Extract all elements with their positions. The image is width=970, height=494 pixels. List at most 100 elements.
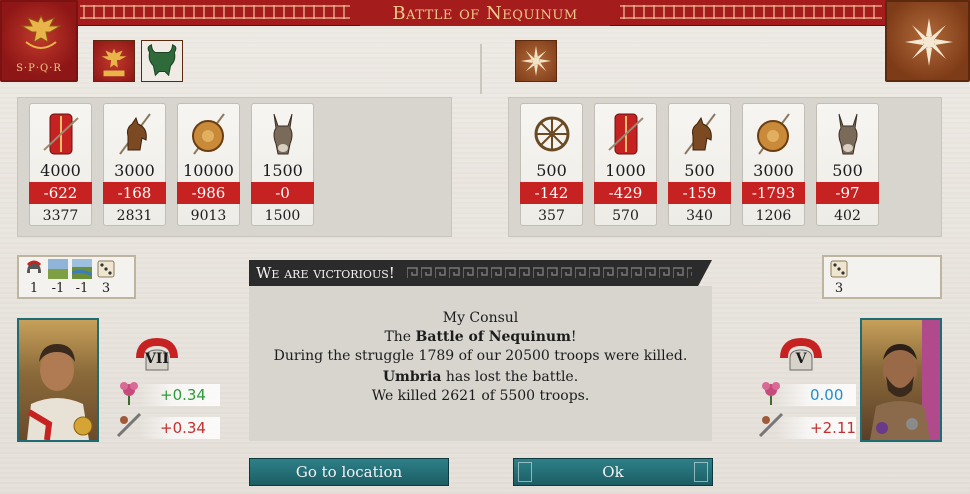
spqr-emblem[interactable]: S·P·Q·R (0, 0, 78, 82)
message-line-battle: The Battle of Nequinum! (249, 329, 712, 345)
rank-numeral: V (795, 351, 807, 367)
battle-result-window: Battle of Nequinum S·P·Q·R 4000 -622 337… (0, 0, 970, 494)
commander-face-icon (27, 344, 93, 441)
unit-loss: -622 (29, 182, 92, 204)
modifier-commander[interactable]: 1 (23, 259, 45, 297)
rank-numeral: VII (145, 351, 169, 367)
trait-value-positive: +0.34 (160, 386, 206, 404)
unit-count: 10000 (183, 161, 234, 180)
plains-terrain-icon (48, 259, 68, 279)
title-plate: Battle of Nequinum (360, 0, 610, 26)
ok-label: Ok (602, 463, 624, 481)
rome-faction-icon[interactable] (93, 40, 135, 82)
commander-face-icon (870, 320, 940, 440)
unit-remaining: 1500 (264, 208, 301, 224)
right-commander-rank[interactable]: V (778, 336, 824, 376)
unit-card[interactable]: 4000 -622 3377 (29, 103, 92, 226)
unit-count: 3000 (114, 161, 155, 180)
unit-loss: -986 (177, 182, 240, 204)
unit-card[interactable]: 3000 -1793 1206 (742, 103, 805, 226)
modifier-dice[interactable]: 3 (828, 259, 850, 297)
modifier-dice[interactable]: 3 (95, 259, 117, 297)
cavalry-horse-icon (684, 113, 716, 155)
unit-remaining: 9013 (190, 208, 227, 224)
unit-loss: -1793 (742, 182, 805, 204)
unit-loss: -97 (816, 182, 879, 204)
go-to-location-button[interactable]: Go to location (249, 458, 449, 486)
sword-trait-icon[interactable] (114, 410, 144, 438)
unit-remaining: 2831 (116, 208, 153, 224)
unit-card[interactable]: 1000 -429 570 (594, 103, 657, 226)
unit-remaining: 570 (612, 208, 639, 224)
unit-card[interactable]: 3000 -168 2831 (103, 103, 166, 226)
unit-loss: -159 (668, 182, 731, 204)
message-header: We are victorious! (249, 260, 712, 286)
chariot-wheel-icon (534, 116, 570, 152)
modifier-value: 3 (101, 281, 111, 296)
right-commander-portrait[interactable] (860, 318, 942, 442)
left-commander-rank[interactable]: VII (134, 336, 180, 376)
left-army-panel: 4000 -622 3377 3000 -168 2831 10000 -986… (17, 97, 452, 237)
modifier-terrain-plains[interactable]: -1 (47, 259, 69, 297)
unit-loss: -0 (251, 182, 314, 204)
sword-trait-icon[interactable] (756, 410, 786, 438)
small-sun-icon (520, 45, 552, 77)
vergina-sun-icon (905, 18, 953, 66)
legionary-shield-icon (43, 113, 79, 155)
text-suffix: has lost the battle. (441, 369, 579, 385)
unit-loss: -168 (103, 182, 166, 204)
message-line-loser: Umbria has lost the battle. (249, 369, 712, 385)
modifier-terrain-river[interactable]: -1 (71, 259, 93, 297)
flower-trait-icon[interactable] (114, 378, 144, 406)
unit-card[interactable]: 10000 -986 9013 (177, 103, 240, 226)
unit-card[interactable]: 500 -97 402 (816, 103, 879, 226)
unit-remaining: 402 (834, 208, 861, 224)
supply-donkey-icon (273, 113, 293, 155)
meander-ornament (407, 267, 692, 279)
meander-ornament-right (620, 5, 882, 19)
eagle-icon (20, 14, 62, 49)
message-body: My Consul The Battle of Nequinum! During… (249, 286, 712, 441)
flower-trait-icon[interactable] (756, 378, 786, 406)
unit-count: 500 (684, 161, 715, 180)
spqr-label: S·P·Q·R (16, 63, 62, 74)
river-terrain-icon (72, 259, 92, 279)
left-battle-modifiers: 1 -1 -1 3 (17, 255, 136, 299)
unit-remaining: 340 (686, 208, 713, 224)
unit-remaining: 1206 (755, 208, 792, 224)
side-divider (480, 44, 482, 94)
unit-count: 500 (536, 161, 567, 180)
supply-donkey-icon (838, 113, 858, 155)
unit-card[interactable]: 1500 -0 1500 (251, 103, 314, 226)
unit-count: 4000 (40, 161, 81, 180)
unit-loss: -429 (594, 182, 657, 204)
enemy-emblem[interactable] (885, 0, 970, 82)
message-line-losses: During the struggle 1789 of our 20500 tr… (273, 348, 688, 364)
trait-value-negative: +2.11 (810, 419, 856, 437)
cavalry-horse-icon (119, 113, 151, 155)
right-ornament-icon (694, 462, 708, 482)
message-greeting: My Consul (442, 310, 519, 326)
unit-count: 3000 (753, 161, 794, 180)
small-eagle-icon (101, 48, 127, 77)
left-commander-portrait[interactable] (17, 318, 99, 442)
ok-button[interactable]: Ok (513, 458, 713, 486)
modifier-value: -1 (75, 281, 89, 296)
left-ornament-icon (518, 462, 532, 482)
text-prefix: The (384, 329, 416, 345)
loser-name: Umbria (382, 369, 442, 385)
bull-icon (147, 44, 177, 77)
trait-value-neutral: 0.00 (810, 386, 844, 404)
modifier-value: 1 (29, 281, 39, 296)
enemy-faction-icon[interactable] (515, 40, 557, 82)
meander-ornament-left (80, 5, 350, 19)
unit-card[interactable]: 500 -159 340 (668, 103, 731, 226)
green-bull-ally-icon[interactable] (141, 40, 183, 82)
battle-name: Battle of Nequinum (415, 329, 571, 345)
right-army-panel: 500 -142 357 1000 -429 570 500 -159 340 (508, 97, 942, 237)
dice-icon (830, 260, 848, 278)
title-banner: Battle of Nequinum (0, 0, 970, 26)
unit-card[interactable]: 500 -142 357 (520, 103, 583, 226)
helmet-icon (26, 260, 42, 273)
message-line-kills: We killed 2621 of 5500 troops. (371, 388, 590, 404)
